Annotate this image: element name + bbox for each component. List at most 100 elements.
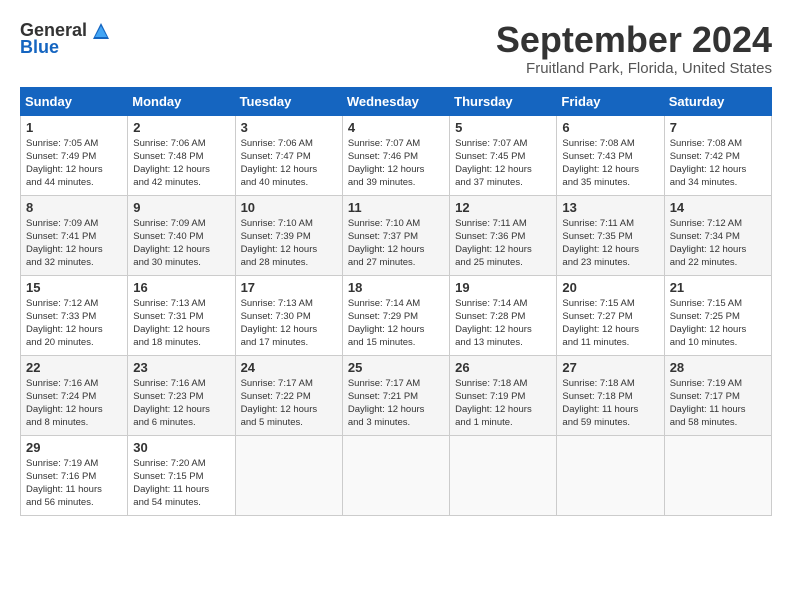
cell-text: Sunrise: 7:08 AM Sunset: 7:42 PM Dayligh… [670,137,766,190]
weekday-header-tuesday: Tuesday [235,87,342,115]
day-number: 16 [133,280,229,295]
cell-text: Sunrise: 7:06 AM Sunset: 7:47 PM Dayligh… [241,137,337,190]
cell-text: Sunrise: 7:17 AM Sunset: 7:21 PM Dayligh… [348,377,444,430]
cell-text: Sunrise: 7:08 AM Sunset: 7:43 PM Dayligh… [562,137,658,190]
day-number: 9 [133,200,229,215]
calendar-cell: 28 Sunrise: 7:19 AM Sunset: 7:17 PM Dayli… [664,355,771,435]
weekday-header-sunday: Sunday [21,87,128,115]
calendar-cell: 5Sunrise: 7:07 AM Sunset: 7:45 PM Daylig… [450,115,557,195]
cell-text: Sunrise: 7:06 AM Sunset: 7:48 PM Dayligh… [133,137,229,190]
logo-icon [91,21,111,41]
cell-text: Sunrise: 7:20 AM Sunset: 7:15 PM Dayligh… [133,457,229,510]
cell-text: Sunrise: 7:10 AM Sunset: 7:37 PM Dayligh… [348,217,444,270]
calendar-cell [342,435,449,515]
day-number: 4 [348,120,444,135]
day-number: 12 [455,200,551,215]
title-block: September 2024 Fruitland Park, Florida, … [496,20,772,77]
cell-text: Sunrise: 7:17 AM Sunset: 7:22 PM Dayligh… [241,377,337,430]
calendar-cell: 12 Sunrise: 7:11 AM Sunset: 7:36 PM Dayli… [450,195,557,275]
day-number: 1 [26,120,122,135]
cell-text: Sunrise: 7:15 AM Sunset: 7:25 PM Dayligh… [670,297,766,350]
calendar-cell [664,435,771,515]
calendar-cell: 1 Sunrise: 7:05 AM Sunset: 7:49 PM Daylig… [21,115,128,195]
calendar-cell: 19 Sunrise: 7:14 AM Sunset: 7:28 PM Dayli… [450,275,557,355]
logo: General Blue [20,20,111,58]
cell-text: Sunrise: 7:13 AM Sunset: 7:31 PM Dayligh… [133,297,229,350]
day-number: 14 [670,200,766,215]
day-number: 23 [133,360,229,375]
cell-text: Sunrise: 7:16 AM Sunset: 7:24 PM Dayligh… [26,377,122,430]
cell-text: Sunrise: 7:14 AM Sunset: 7:29 PM Dayligh… [348,297,444,350]
logo-blue-text: Blue [20,37,59,58]
day-number: 15 [26,280,122,295]
calendar-cell [450,435,557,515]
cell-text: Sunrise: 7:15 AM Sunset: 7:27 PM Dayligh… [562,297,658,350]
calendar-cell: 26Sunrise: 7:18 AM Sunset: 7:19 PM Dayli… [450,355,557,435]
day-number: 7 [670,120,766,135]
day-number: 8 [26,200,122,215]
calendar-cell: 13 Sunrise: 7:11 AM Sunset: 7:35 PM Dayli… [557,195,664,275]
cell-text: Sunrise: 7:09 AM Sunset: 7:40 PM Dayligh… [133,217,229,270]
weekday-header-monday: Monday [128,87,235,115]
calendar-week-row: 22 Sunrise: 7:16 AM Sunset: 7:24 PM Dayli… [21,355,772,435]
calendar-cell: 14 Sunrise: 7:12 AM Sunset: 7:34 PM Dayli… [664,195,771,275]
calendar-week-row: 15 Sunrise: 7:12 AM Sunset: 7:33 PM Dayli… [21,275,772,355]
calendar-table: SundayMondayTuesdayWednesdayThursdayFrid… [20,87,772,516]
calendar-cell: 17 Sunrise: 7:13 AM Sunset: 7:30 PM Dayli… [235,275,342,355]
cell-text: Sunrise: 7:07 AM Sunset: 7:45 PM Dayligh… [455,137,551,190]
day-number: 20 [562,280,658,295]
calendar-cell: 7 Sunrise: 7:08 AM Sunset: 7:42 PM Daylig… [664,115,771,195]
day-number: 17 [241,280,337,295]
day-number: 21 [670,280,766,295]
day-number: 2 [133,120,229,135]
cell-text: Sunrise: 7:14 AM Sunset: 7:28 PM Dayligh… [455,297,551,350]
calendar-cell: 30Sunrise: 7:20 AM Sunset: 7:15 PM Dayli… [128,435,235,515]
calendar-cell: 29Sunrise: 7:19 AM Sunset: 7:16 PM Dayli… [21,435,128,515]
cell-text: Sunrise: 7:12 AM Sunset: 7:34 PM Dayligh… [670,217,766,270]
day-number: 10 [241,200,337,215]
weekday-header-friday: Friday [557,87,664,115]
calendar-cell: 6Sunrise: 7:08 AM Sunset: 7:43 PM Daylig… [557,115,664,195]
calendar-cell: 11 Sunrise: 7:10 AM Sunset: 7:37 PM Dayli… [342,195,449,275]
calendar-cell: 24 Sunrise: 7:17 AM Sunset: 7:22 PM Dayli… [235,355,342,435]
day-number: 27 [562,360,658,375]
calendar-cell: 2 Sunrise: 7:06 AM Sunset: 7:48 PM Daylig… [128,115,235,195]
month-title: September 2024 [496,20,772,60]
day-number: 13 [562,200,658,215]
calendar-cell: 25 Sunrise: 7:17 AM Sunset: 7:21 PM Dayli… [342,355,449,435]
day-number: 26 [455,360,551,375]
calendar-cell: 10 Sunrise: 7:10 AM Sunset: 7:39 PM Dayli… [235,195,342,275]
day-number: 24 [241,360,337,375]
weekday-header-wednesday: Wednesday [342,87,449,115]
cell-text: Sunrise: 7:11 AM Sunset: 7:35 PM Dayligh… [562,217,658,270]
location: Fruitland Park, Florida, United States [496,60,772,77]
calendar-cell: 3 Sunrise: 7:06 AM Sunset: 7:47 PM Daylig… [235,115,342,195]
day-number: 22 [26,360,122,375]
day-number: 28 [670,360,766,375]
day-number: 3 [241,120,337,135]
calendar-cell: 4Sunrise: 7:07 AM Sunset: 7:46 PM Daylig… [342,115,449,195]
day-number: 19 [455,280,551,295]
calendar-week-row: 29Sunrise: 7:19 AM Sunset: 7:16 PM Dayli… [21,435,772,515]
weekday-header-thursday: Thursday [450,87,557,115]
page-header: General Blue September 2024 Fruitland Pa… [20,20,772,77]
cell-text: Sunrise: 7:19 AM Sunset: 7:17 PM Dayligh… [670,377,766,430]
cell-text: Sunrise: 7:13 AM Sunset: 7:30 PM Dayligh… [241,297,337,350]
calendar-cell: 16 Sunrise: 7:13 AM Sunset: 7:31 PM Dayli… [128,275,235,355]
cell-text: Sunrise: 7:05 AM Sunset: 7:49 PM Dayligh… [26,137,122,190]
calendar-cell: 21 Sunrise: 7:15 AM Sunset: 7:25 PM Dayli… [664,275,771,355]
day-number: 25 [348,360,444,375]
calendar-cell: 23Sunrise: 7:16 AM Sunset: 7:23 PM Dayli… [128,355,235,435]
cell-text: Sunrise: 7:11 AM Sunset: 7:36 PM Dayligh… [455,217,551,270]
cell-text: Sunrise: 7:09 AM Sunset: 7:41 PM Dayligh… [26,217,122,270]
day-number: 29 [26,440,122,455]
weekday-header-saturday: Saturday [664,87,771,115]
cell-text: Sunrise: 7:10 AM Sunset: 7:39 PM Dayligh… [241,217,337,270]
cell-text: Sunrise: 7:18 AM Sunset: 7:18 PM Dayligh… [562,377,658,430]
calendar-cell: 22 Sunrise: 7:16 AM Sunset: 7:24 PM Dayli… [21,355,128,435]
day-number: 11 [348,200,444,215]
calendar-cell: 15 Sunrise: 7:12 AM Sunset: 7:33 PM Dayli… [21,275,128,355]
day-number: 18 [348,280,444,295]
calendar-cell [235,435,342,515]
cell-text: Sunrise: 7:12 AM Sunset: 7:33 PM Dayligh… [26,297,122,350]
